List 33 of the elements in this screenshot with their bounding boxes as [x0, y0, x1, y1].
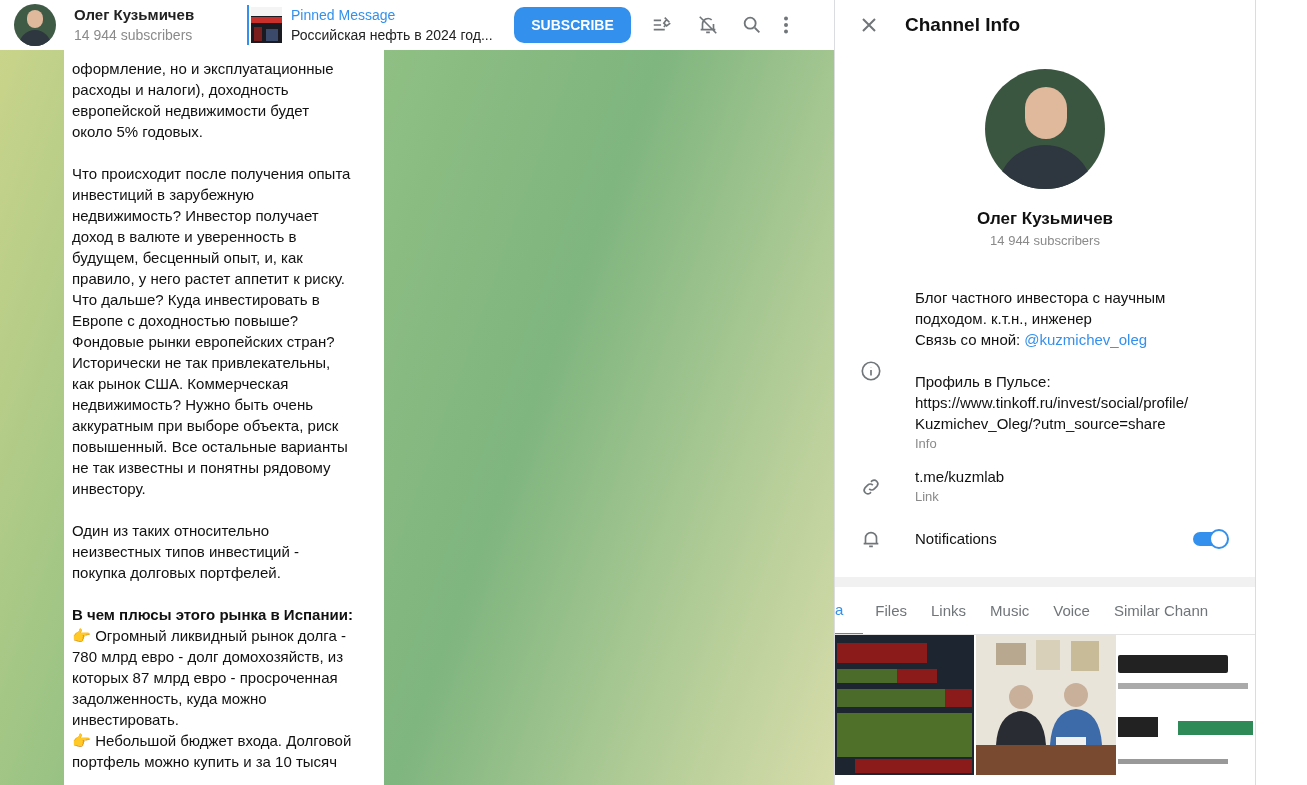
toggle-switch[interactable]	[1193, 532, 1227, 546]
message-paragraph: В чем плюсы этого рынка в Испании: 👉 Огромный ликвидный рынок долга - 780 млрд евро - долг домохозяйств, из которых 87 млрд евро - просроченная задолженность, куда можно инвестировать. 👉 Небольшой бюджет входа. Долговой портфель можно купить и за 10 тысяч	[72, 605, 354, 772]
subscribe-button[interactable]: SUBSCRIBE	[514, 7, 631, 43]
pinned-label: Pinned Message	[291, 6, 397, 25]
field-caption: Link	[915, 488, 940, 506]
notifications-label: Notifications	[915, 528, 997, 549]
message-paragraph: Что происходит после получения опыта инвестиций в зарубежную недвижимость? Инвестор получает доход в валюте и уверенность в будущем, бесценный опыт, и, как правило, у него растет аппетит к риску. Что дальше? Куда инвестировать в Европе с доходностью повыше? Фондовые рынки европейских стран? Исторически не так привлекательны, как рынок США. Коммерческая недвижимость? Нужно быть очень аккуратным при выборе объекта, риск повышенный. Все остальные варианты не так известны и понятны рядовому инвестору.	[72, 164, 352, 499]
channel-link[interactable]: t.me/kuzmlab	[915, 466, 1227, 487]
search-icon[interactable]	[741, 14, 763, 36]
more-icon[interactable]	[783, 16, 789, 34]
channel-name: Олег Кузьмичев	[976, 208, 1114, 230]
pinned-text: Российская нефть в 2024 год...	[291, 26, 493, 45]
info-icon	[860, 359, 882, 382]
media-tab[interactable]: Music	[978, 587, 1042, 634]
username-link[interactable]: @kuzmichev_oleg	[1024, 329, 1148, 350]
message-paragraph: оформление, но и эксплуатационные расходы и налоги), доходность европейской недвижимости будет около 5% годовых.	[72, 59, 335, 142]
avatar[interactable]	[14, 4, 56, 46]
media-tab[interactable]: Similar Chann	[1101, 587, 1221, 634]
media-tab[interactable]: Files	[863, 587, 919, 634]
channel-name: Олег Кузьмичев	[74, 5, 196, 25]
muted-bell-icon[interactable]	[697, 14, 719, 36]
field-caption: Info	[915, 435, 938, 453]
channel-description: Блог частного инвестора с научным подходом. к.т.н., инженер	[915, 288, 1167, 329]
media-tab[interactable]: Voice	[1041, 587, 1102, 634]
subscriber-count: 14 944 subscribers	[74, 26, 194, 45]
profile-text: Профиль в Пульсе: https://www.tinkoff.ru/invest/social/profile/ Kuzmichev_Oleg/?utm_source=share	[915, 372, 1190, 434]
contact-label: Связь со мной:	[915, 330, 1021, 350]
pinned-message[interactable]: Pinned Message Российская нефть в 2024 год...	[247, 5, 497, 45]
media-tab[interactable]: Links	[919, 587, 979, 634]
panel-title: Channel Info	[905, 12, 1021, 37]
subscriber-count: 14 944 subscribers	[990, 232, 1100, 250]
close-icon[interactable]	[861, 17, 877, 33]
message-paragraph: Один из таких относительно неизвестных типов инвестиций - покупка долговых портфелей.	[72, 521, 301, 583]
